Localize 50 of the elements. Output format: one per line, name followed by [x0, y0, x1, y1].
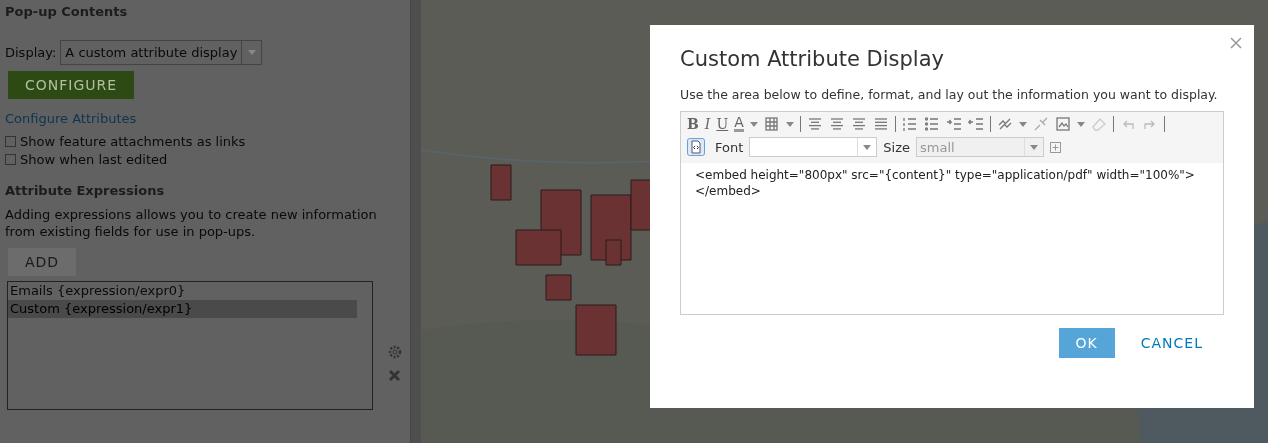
format-button[interactable]: U [716, 116, 729, 132]
configure-attributes-link[interactable]: Configure Attributes [5, 111, 137, 126]
checkbox-label: Show feature attachments as links [20, 133, 246, 149]
bullet-list-icon[interactable] [923, 116, 940, 132]
checkbox[interactable] [5, 135, 16, 147]
format-button[interactable]: A [734, 116, 744, 132]
font-dropdown[interactable] [749, 137, 878, 157]
dialog-title: Custom Attribute Display [680, 47, 945, 71]
dropdown-caret-icon [749, 121, 758, 127]
editor-content[interactable]: <embed height="800px" src="{content}" type="application/pdf" width="100%"> </embed> [681, 163, 1223, 203]
settings-icon[interactable] [388, 345, 402, 359]
numbered-list-icon[interactable] [901, 116, 918, 132]
dropdown-caret-icon [1018, 121, 1027, 127]
image-icon[interactable] [1054, 116, 1071, 132]
format-button[interactable]: B [687, 116, 699, 132]
indent-icon[interactable] [945, 116, 962, 132]
size-dropdown[interactable]: small [916, 137, 1044, 157]
ok-button[interactable]: OK [1058, 328, 1115, 358]
dropdown-caret-icon [1076, 121, 1085, 127]
format-button[interactable]: I [704, 116, 711, 132]
cancel-button[interactable]: CANCEL [1140, 328, 1203, 358]
size-label: Size [883, 139, 910, 155]
close-icon[interactable] [1230, 37, 1242, 49]
expression-list[interactable]: Emails {expression/expr0} Custom {expression/expr1} [7, 281, 373, 410]
dialog-description: Use the area below to define, format, and lay out the information you want to display. [680, 87, 1219, 102]
align-right-icon[interactable] [850, 116, 867, 132]
list-item[interactable]: Custom {expression/expr1} [8, 300, 357, 318]
checkbox[interactable] [5, 153, 16, 165]
font-label: Font [715, 139, 744, 155]
caret-icon [863, 144, 872, 150]
section-title: Attribute Expressions [5, 183, 166, 198]
display-label: Display: [5, 45, 57, 60]
list-item[interactable]: Emails {expression/expr0} [8, 282, 357, 300]
description-text: Adding expressions allows you to create new information from existing fields for use in pop-ups. [5, 206, 378, 240]
align-left-icon[interactable] [806, 116, 823, 132]
caret-icon [1030, 144, 1038, 150]
align-center-icon[interactable] [828, 116, 845, 132]
section-title: Pop-up Contents [5, 4, 129, 19]
add-button[interactable]: ADD [8, 248, 77, 276]
eraser-icon[interactable] [1090, 116, 1107, 132]
dropdown-caret-icon [785, 121, 794, 127]
configure-button[interactable]: CONFIGURE [8, 71, 135, 99]
caret-icon [247, 50, 256, 55]
close-icon[interactable] [388, 369, 401, 382]
display-dropdown[interactable]: A custom attribute display [60, 40, 263, 65]
outdent-icon[interactable] [967, 116, 984, 132]
expand-icon[interactable] [1050, 141, 1061, 153]
checkbox-label: Show when last edited [20, 151, 168, 167]
justify-icon[interactable] [872, 116, 889, 132]
html-source-icon[interactable] [687, 138, 705, 156]
